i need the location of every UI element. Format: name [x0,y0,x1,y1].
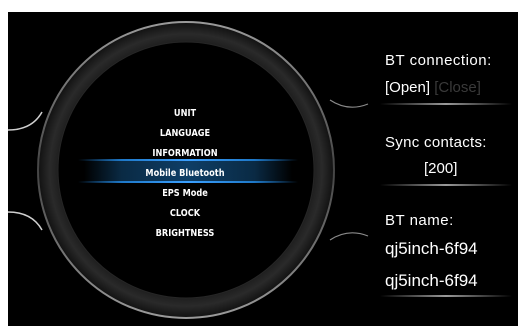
bt-name-label: BT name: [385,212,454,229]
menu-item-eps-mode[interactable]: EPS Mode [119,184,252,204]
right-connector-bottom [329,232,369,241]
left-bracket-top [8,111,43,131]
bt-name-value-1[interactable]: qj5inch-6f94 [385,239,478,259]
divider-bt-name [380,295,512,297]
menu-item-brightness[interactable]: BRIGHTNESS [119,224,252,244]
sync-contacts-value[interactable]: [200] [424,160,457,177]
left-bracket-bottom [8,211,43,231]
menu-item-mobile-bluetooth[interactable]: Mobile Bluetooth [119,164,252,184]
menu-item-language[interactable]: LANGUAGE [119,124,252,144]
menu-item-clock[interactable]: CLOCK [119,204,252,224]
dashboard-screen: UNIT LANGUAGE INFORMATION Mobile Bluetoo… [8,12,518,326]
bt-connection-label: BT connection: [385,52,492,69]
divider-sync-contacts [380,184,512,186]
bt-close-option[interactable]: [Close] [434,79,481,96]
bt-open-option[interactable]: [Open] [385,79,430,96]
bt-connection-options: [Open] [Close] [385,79,481,96]
settings-menu: UNIT LANGUAGE INFORMATION Mobile Bluetoo… [104,104,266,244]
sync-contacts-label: Sync contacts: [385,134,487,151]
menu-item-unit[interactable]: UNIT [119,104,252,124]
menu-item-information[interactable]: INFORMATION [119,144,252,164]
bt-name-value-2[interactable]: qj5inch-6f94 [385,271,478,291]
right-connector-top [329,99,369,108]
divider-bt-connection [380,103,512,105]
